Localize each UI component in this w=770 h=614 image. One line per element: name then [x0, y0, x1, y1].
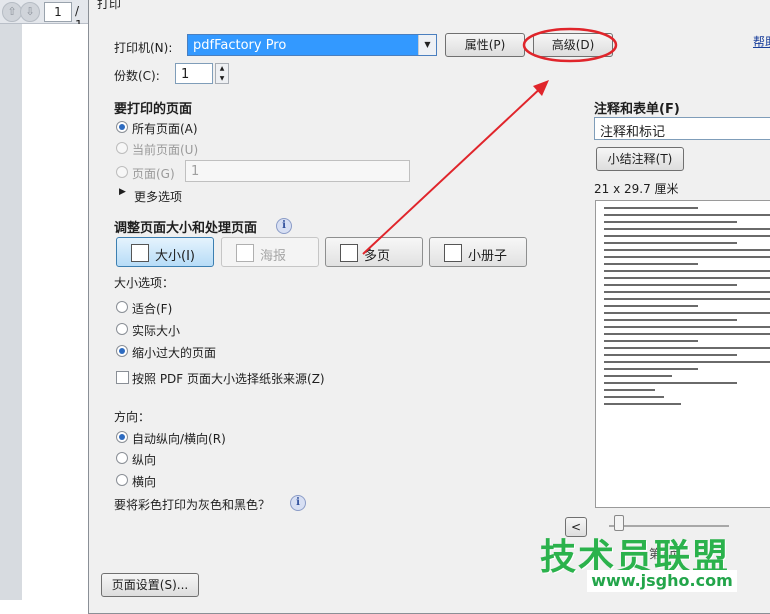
preview-document	[604, 207, 770, 501]
auto-orientation-radio[interactable]	[116, 431, 128, 443]
next-page-icon[interactable]: ⇩	[20, 2, 40, 22]
more-options-link[interactable]: 更多选项	[134, 188, 182, 205]
copies-spinner[interactable]: ▲ ▼	[215, 63, 229, 84]
dialog-title: 打印	[97, 0, 122, 11]
booklet-button[interactable]: 小册子	[429, 237, 527, 267]
booklet-icon	[444, 244, 462, 262]
page-number-input[interactable]: 1	[44, 2, 72, 22]
advanced-button[interactable]: 高级(D)	[533, 33, 613, 57]
watermark-url: www.jsgho.com	[587, 570, 737, 592]
auto-orientation-label: 自动纵向/横向(R)	[132, 432, 226, 446]
summarize-comments-button[interactable]: 小结注释(T)	[596, 147, 684, 171]
shrink-radio[interactable]	[116, 345, 128, 357]
size-button[interactable]: 大小(I)	[116, 237, 214, 267]
pages-heading: 要打印的页面	[114, 102, 193, 117]
copies-value: 1	[181, 67, 190, 82]
viewer-toolbar: ⇧ ⇩ 1 / 1	[0, 0, 90, 32]
printer-value: pdfFactory Pro	[193, 38, 287, 53]
orientation-heading: 方向：	[114, 410, 151, 424]
multiple-pages-button[interactable]: 多页	[325, 237, 423, 267]
grayscale-question: 要将彩色打印为灰色和黑色？	[114, 498, 271, 512]
poster-icon	[236, 244, 254, 262]
printer-select[interactable]: pdfFactory Pro ▼	[187, 34, 437, 56]
page-range-radio[interactable]	[116, 166, 128, 178]
print-preview	[595, 200, 770, 508]
all-pages-label: 所有页面(A)	[132, 122, 198, 136]
actual-size-label: 实际大小	[132, 324, 181, 338]
info-icon[interactable]: i	[276, 218, 292, 234]
expand-triangle-icon[interactable]: ▶	[119, 187, 126, 197]
landscape-label: 横向	[132, 475, 157, 489]
portrait-radio[interactable]	[116, 452, 128, 464]
copies-input[interactable]: 1	[175, 63, 213, 84]
current-page-radio[interactable]	[116, 142, 128, 154]
poster-button-label: 海报	[260, 249, 287, 264]
page-range-value: 1	[191, 164, 200, 179]
multiple-pages-icon	[340, 244, 358, 262]
help-link[interactable]: 帮助	[753, 33, 770, 50]
portrait-label: 纵向	[132, 453, 157, 467]
printer-label: 打印机(N):	[114, 41, 173, 55]
page-range-label: 页面(G)	[132, 167, 175, 181]
paper-source-checkbox[interactable]	[116, 371, 129, 384]
comments-select[interactable]: 注释和标记	[594, 117, 770, 140]
comments-value: 注释和标记	[600, 125, 666, 140]
size-button-label: 大小(I)	[155, 249, 195, 264]
size-options-label: 大小选项：	[114, 276, 175, 290]
preview-slider-track[interactable]	[609, 525, 729, 527]
booklet-button-label: 小册子	[468, 249, 508, 264]
comments-heading: 注释和表单(F)	[594, 102, 680, 117]
page-range-input[interactable]: 1	[185, 160, 410, 182]
copies-label: 份数(C):	[114, 69, 160, 83]
properties-button[interactable]: 属性(P)	[445, 33, 525, 57]
paper-size-label: 21 x 29.7 厘米	[594, 182, 679, 196]
sizing-heading: 调整页面大小和处理页面	[114, 221, 258, 236]
poster-button[interactable]: 海报	[221, 237, 319, 267]
all-pages-radio[interactable]	[116, 121, 128, 133]
viewer-sidebar	[0, 24, 22, 600]
current-page-label: 当前页面(U)	[132, 143, 199, 157]
page-setup-button[interactable]: 页面设置(S)...	[101, 573, 199, 597]
landscape-radio[interactable]	[116, 474, 128, 486]
fit-label: 适合(F)	[132, 302, 173, 316]
multiple-pages-button-label: 多页	[364, 249, 391, 264]
size-icon	[131, 244, 149, 262]
info-icon[interactable]: i	[290, 495, 306, 511]
fit-radio[interactable]	[116, 301, 128, 313]
viewer-document-page	[22, 24, 88, 600]
chevron-down-icon: ▼	[418, 35, 436, 55]
paper-source-label: 按照 PDF 页面大小选择纸张来源(Z)	[132, 372, 325, 386]
shrink-label: 缩小过大的页面	[132, 346, 217, 360]
prev-page-icon[interactable]: ⇧	[2, 2, 22, 22]
actual-size-radio[interactable]	[116, 323, 128, 335]
